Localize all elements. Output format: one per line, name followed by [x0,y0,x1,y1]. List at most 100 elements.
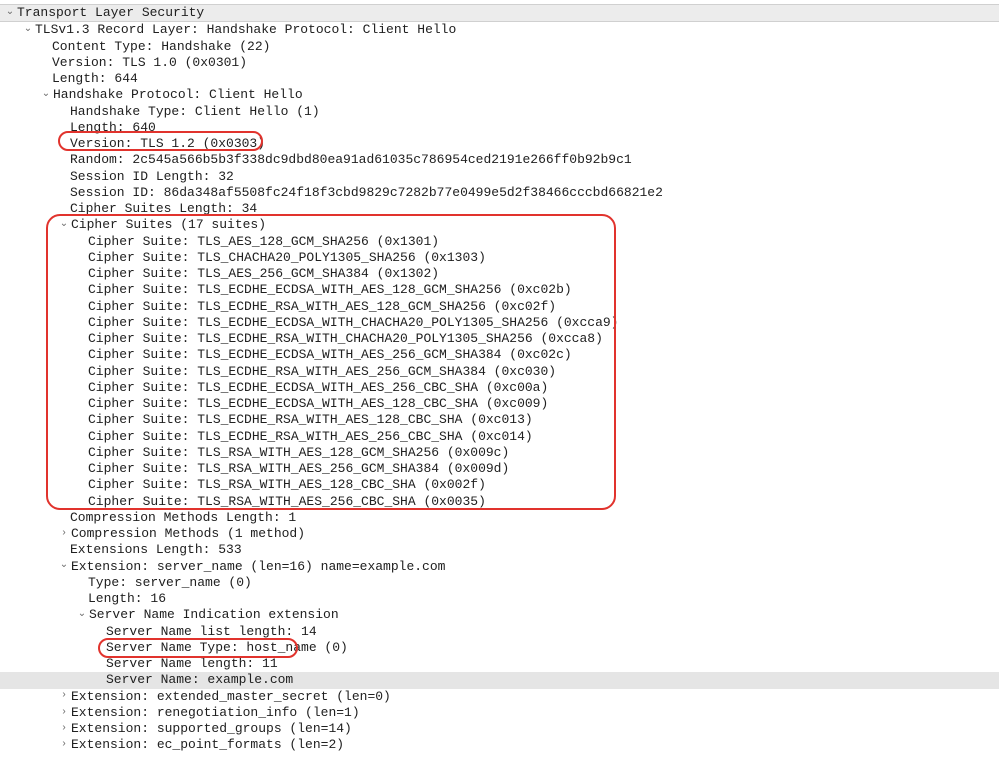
tree-row-text: Extension: ec_point_formats (len=2) [71,737,344,753]
tree-row-text: Cipher Suite: TLS_ECDHE_RSA_WITH_AES_256… [88,364,556,380]
tree-row-text: Compression Methods (1 method) [71,526,305,542]
tree-row-text: Cipher Suite: TLS_ECDHE_ECDSA_WITH_AES_1… [88,396,548,412]
tree-row[interactable]: ⌄Handshake Protocol: Client Hello [0,87,999,103]
tree-row[interactable]: ›Extension: ec_point_formats (len=2) [0,737,999,753]
tree-row[interactable]: Server Name length: 11 [0,656,999,672]
tree-row-text: Cipher Suite: TLS_ECDHE_RSA_WITH_CHACHA2… [88,331,603,347]
chevron-down-icon[interactable]: ⌄ [58,560,70,573]
tree-row-text: Server Name Indication extension [89,607,339,623]
tree-row-text: Cipher Suite: TLS_AES_256_GCM_SHA384 (0x… [88,266,439,282]
tree-row-text: TLSv1.3 Record Layer: Handshake Protocol… [35,22,456,38]
tree-row[interactable]: ›Compression Methods (1 method) [0,526,999,542]
tree-row-text: Cipher Suite: TLS_ECDHE_RSA_WITH_AES_256… [88,429,533,445]
tree-row[interactable]: Cipher Suite: TLS_ECDHE_ECDSA_WITH_AES_1… [0,396,999,412]
tree-row-text: Cipher Suite: TLS_RSA_WITH_AES_256_GCM_S… [88,461,509,477]
tree-row-text: Cipher Suite: TLS_ECDHE_RSA_WITH_AES_128… [88,412,533,428]
tree-row-text: Server Name list length: 14 [106,624,317,640]
tree-row[interactable]: ⌄Transport Layer Security [0,4,999,22]
tree-row-text: Cipher Suites Length: 34 [70,201,257,217]
packet-tree[interactable]: ⌄Transport Layer Security⌄TLSv1.3 Record… [0,0,999,762]
tree-row-text: Cipher Suite: TLS_CHACHA20_POLY1305_SHA2… [88,250,486,266]
chevron-right-icon[interactable]: › [58,739,70,752]
tree-row[interactable]: ⌄Server Name Indication extension [0,607,999,623]
tree-row-text: Cipher Suite: TLS_RSA_WITH_AES_256_CBC_S… [88,494,486,510]
tree-row-text: Extension: extended_master_secret (len=0… [71,689,391,705]
tree-row-text: Handshake Protocol: Client Hello [53,87,303,103]
chevron-right-icon[interactable]: › [58,690,70,703]
tree-row[interactable]: Cipher Suite: TLS_ECDHE_RSA_WITH_AES_128… [0,299,999,315]
tree-row[interactable]: Handshake Type: Client Hello (1) [0,104,999,120]
tree-row-text: Length: 640 [70,120,156,136]
tree-row-text: Random: 2c545a566b5b3f338dc9dbd80ea91ad6… [70,152,632,168]
tree-row[interactable]: Random: 2c545a566b5b3f338dc9dbd80ea91ad6… [0,152,999,168]
tree-row-text: Cipher Suite: TLS_ECDHE_ECDSA_WITH_AES_1… [88,282,572,298]
tree-row-text: Extension: server_name (len=16) name=exa… [71,559,445,575]
tree-row-text: Extension: renegotiation_info (len=1) [71,705,360,721]
tree-row-text: Cipher Suite: TLS_RSA_WITH_AES_128_CBC_S… [88,477,486,493]
tree-row[interactable]: Cipher Suite: TLS_RSA_WITH_AES_256_GCM_S… [0,461,999,477]
chevron-down-icon[interactable]: ⌄ [58,219,70,232]
tree-row[interactable]: Cipher Suite: TLS_AES_128_GCM_SHA256 (0x… [0,234,999,250]
tree-row[interactable]: Content Type: Handshake (22) [0,39,999,55]
tree-row[interactable]: ⌄TLSv1.3 Record Layer: Handshake Protoco… [0,22,999,38]
tree-row-text: Extensions Length: 533 [70,542,242,558]
tree-row[interactable]: ⌄Extension: server_name (len=16) name=ex… [0,559,999,575]
chevron-down-icon[interactable]: ⌄ [40,89,52,102]
tree-row[interactable]: Cipher Suite: TLS_ECDHE_RSA_WITH_CHACHA2… [0,331,999,347]
tree-row-text: Version: TLS 1.2 (0x0303) [70,136,265,152]
tree-row-text: Session ID Length: 32 [70,169,234,185]
tree-row-text: Extension: supported_groups (len=14) [71,721,352,737]
tree-row[interactable]: ›Extension: supported_groups (len=14) [0,721,999,737]
tree-row[interactable]: ›Extension: renegotiation_info (len=1) [0,705,999,721]
tree-row[interactable]: Cipher Suite: TLS_AES_256_GCM_SHA384 (0x… [0,266,999,282]
chevron-right-icon[interactable]: › [58,707,70,720]
tree-row[interactable]: Length: 640 [0,120,999,136]
tree-row[interactable]: Cipher Suites Length: 34 [0,201,999,217]
tree-row-text: Cipher Suite: TLS_ECDHE_RSA_WITH_AES_128… [88,299,556,315]
chevron-down-icon[interactable]: ⌄ [22,24,34,37]
tree-row[interactable]: Session ID: 86da348af5508fc24f18f3cbd982… [0,185,999,201]
tree-row[interactable]: Version: TLS 1.2 (0x0303) [0,136,999,152]
tree-row-text: Version: TLS 1.0 (0x0301) [52,55,247,71]
tree-row[interactable]: Length: 16 [0,591,999,607]
tree-row[interactable]: Cipher Suite: TLS_CHACHA20_POLY1305_SHA2… [0,250,999,266]
tree-row-text: Cipher Suite: TLS_AES_128_GCM_SHA256 (0x… [88,234,439,250]
tree-row[interactable]: Server Name: example.com [0,672,999,688]
tree-row[interactable]: Server Name list length: 14 [0,624,999,640]
tree-row[interactable]: Cipher Suite: TLS_RSA_WITH_AES_256_CBC_S… [0,494,999,510]
tree-row-text: Cipher Suites (17 suites) [71,217,266,233]
tree-row[interactable]: Cipher Suite: TLS_RSA_WITH_AES_128_CBC_S… [0,477,999,493]
tree-row[interactable]: Session ID Length: 32 [0,169,999,185]
tree-row-text: Length: 16 [88,591,166,607]
tree-row-text: Server Name: example.com [106,672,293,688]
tree-row-text: Cipher Suite: TLS_ECDHE_ECDSA_WITH_AES_2… [88,380,548,396]
tree-row-text: Transport Layer Security [17,5,204,21]
tree-row[interactable]: Version: TLS 1.0 (0x0301) [0,55,999,71]
chevron-down-icon[interactable]: ⌄ [76,609,88,622]
tree-row[interactable]: Cipher Suite: TLS_ECDHE_RSA_WITH_AES_256… [0,364,999,380]
tree-row[interactable]: Cipher Suite: TLS_ECDHE_RSA_WITH_AES_128… [0,412,999,428]
tree-row[interactable]: Server Name Type: host_name (0) [0,640,999,656]
tree-row[interactable]: Extensions Length: 533 [0,542,999,558]
tree-row-text: Session ID: 86da348af5508fc24f18f3cbd982… [70,185,663,201]
tree-row[interactable]: Cipher Suite: TLS_ECDHE_RSA_WITH_AES_256… [0,429,999,445]
tree-row[interactable]: Cipher Suite: TLS_ECDHE_ECDSA_WITH_CHACH… [0,315,999,331]
tree-row-text: Server Name Type: host_name (0) [106,640,348,656]
tree-row[interactable]: ⌄Cipher Suites (17 suites) [0,217,999,233]
tree-row-text: Server Name length: 11 [106,656,278,672]
tree-row[interactable]: Cipher Suite: TLS_ECDHE_ECDSA_WITH_AES_1… [0,282,999,298]
tree-row-text: Cipher Suite: TLS_ECDHE_ECDSA_WITH_AES_2… [88,347,572,363]
tree-row[interactable]: Cipher Suite: TLS_RSA_WITH_AES_128_GCM_S… [0,445,999,461]
tree-row[interactable]: Cipher Suite: TLS_ECDHE_ECDSA_WITH_AES_2… [0,380,999,396]
tree-row[interactable]: Type: server_name (0) [0,575,999,591]
chevron-right-icon[interactable]: › [58,528,70,541]
chevron-right-icon[interactable]: › [58,723,70,736]
tree-row[interactable]: Compression Methods Length: 1 [0,510,999,526]
chevron-down-icon[interactable]: ⌄ [4,7,16,20]
tree-row[interactable]: Length: 644 [0,71,999,87]
tree-row-text: Type: server_name (0) [88,575,252,591]
tree-row-text: Cipher Suite: TLS_RSA_WITH_AES_128_GCM_S… [88,445,509,461]
tree-row[interactable]: Cipher Suite: TLS_ECDHE_ECDSA_WITH_AES_2… [0,347,999,363]
tree-row-text: Cipher Suite: TLS_ECDHE_ECDSA_WITH_CHACH… [88,315,619,331]
tree-row[interactable]: ›Extension: extended_master_secret (len=… [0,689,999,705]
